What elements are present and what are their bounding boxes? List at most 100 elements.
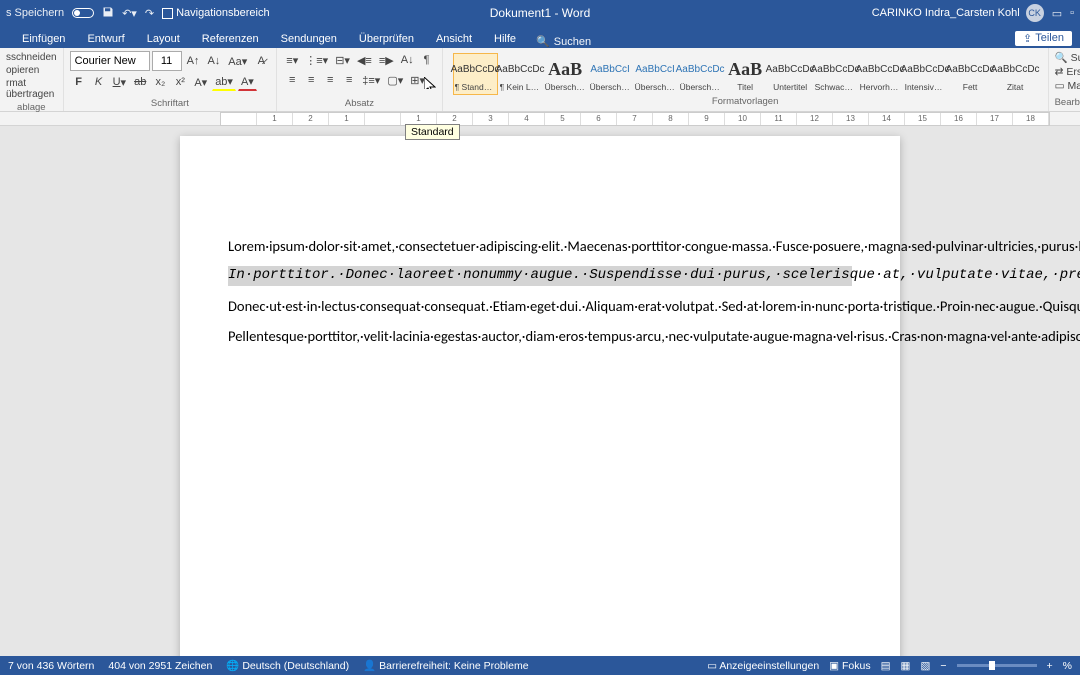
clipboard-group: sschneiden opieren rmat übertragen ablag… [0,48,64,111]
format-painter-button[interactable]: rmat übertragen [6,77,57,101]
navpane-checkbox[interactable]: Navigationsbereich [162,7,270,19]
style-item-5[interactable]: AaBbCcDcÜberschrif... [678,53,723,95]
tab-hilfe[interactable]: Hilfe [484,30,526,48]
style-name: Schwache... [815,82,856,92]
document-area[interactable]: Lorem·ipsum·dolor·sit·amet,·consectetuer… [0,126,1080,660]
font-name-input[interactable] [70,51,150,71]
window-controls-icon[interactable]: ▫ [1070,7,1074,19]
user-account[interactable]: CARINKO Indra_Carsten Kohl CK [872,4,1044,22]
style-item-0[interactable]: AaBbCcDc¶ Standard [453,53,498,95]
find-button[interactable]: 🔍Suchen▾ [1055,50,1080,65]
search-icon: 🔍 [1055,51,1068,64]
style-item-10[interactable]: AaBbCcDcIntensive... [903,53,948,95]
align-center-button[interactable]: ≡ [302,71,320,89]
horizontal-ruler[interactable]: 121123456789101112131415161718 [220,112,1050,126]
copy-button[interactable]: opieren [6,64,57,77]
tab-ueberpruefen[interactable]: Überprüfen [349,30,424,48]
tell-me-search[interactable]: 🔍 Suchen [528,35,599,48]
zoom-in-button[interactable]: + [1047,660,1053,672]
subscript-button[interactable]: x₂ [151,73,169,91]
style-name: Untertitel [770,82,811,92]
highlight-button[interactable]: ab▾ [212,73,236,91]
print-layout-icon[interactable]: ▦ [901,660,911,672]
paragraph-1[interactable]: Lorem·ipsum·dolor·sit·amet,·consectetuer… [228,236,852,256]
page[interactable]: Lorem·ipsum·dolor·sit·amet,·consectetuer… [180,136,900,660]
align-left-button[interactable]: ≡ [283,71,301,89]
tab-ansicht[interactable]: Ansicht [426,30,482,48]
superscript-button[interactable]: x² [171,73,189,91]
zoom-level[interactable]: % [1063,660,1072,672]
style-item-6[interactable]: AaBTitel [723,53,768,95]
justify-button[interactable]: ≡ [340,71,358,89]
redo-icon[interactable]: ↷ [145,7,154,20]
tab-entwurf[interactable]: Entwurf [77,30,134,48]
ribbon-options-icon[interactable]: ▭ [1052,7,1062,20]
font-color-button[interactable]: A▾ [238,73,257,91]
word-count[interactable]: 7 von 436 Wörtern [8,660,94,672]
replace-icon: ⇄ [1055,66,1064,78]
paragraph-3[interactable]: Donec·ut·est·in·lectus·consequat·consequ… [228,296,852,316]
display-settings-button[interactable]: ▭ Anzeigeeinstellungen [707,660,819,672]
style-item-11[interactable]: AaBbCcDcFett [948,53,993,95]
bold-button[interactable]: F [70,73,88,91]
style-item-9[interactable]: AaBbCcDcHervorhe... [858,53,903,95]
style-item-8[interactable]: AaBbCcDcSchwache... [813,53,858,95]
zoom-slider[interactable] [957,664,1037,667]
style-item-12[interactable]: AaBbCcDcZitat [993,53,1038,95]
shrink-font-icon[interactable]: A↓ [204,52,223,70]
style-item-4[interactable]: AaBbCcIÜberschrif... [633,53,678,95]
decrease-indent-button[interactable]: ◀≡ [354,51,375,69]
clear-format-icon[interactable]: A̷ [252,52,270,70]
pilcrow-button[interactable]: ¶ [418,51,436,69]
change-case-icon[interactable]: Aa▾ [225,52,250,70]
char-count[interactable]: 404 von 2951 Zeichen [108,660,212,672]
grow-font-icon[interactable]: A↑ [184,52,203,70]
strike-button[interactable]: ab [131,73,149,91]
tab-einfuegen[interactable]: Einfügen [12,30,75,48]
style-preview: AaBbCcDc [770,56,811,82]
paragraph-2-selected[interactable]: In·porttitor.·Donec·laoreet·nonummy·augu… [228,266,852,286]
status-bar: 7 von 436 Wörtern 404 von 2951 Zeichen 🌐… [0,656,1080,675]
focus-button[interactable]: ▣ Fokus [829,660,870,672]
style-item-7[interactable]: AaBbCcDcUntertitel [768,53,813,95]
autosave-toggle[interactable] [72,8,94,18]
select-button[interactable]: ▭Markieren▾ [1055,79,1080,93]
style-item-2[interactable]: AaBÜberschrif... [543,53,588,95]
read-mode-icon[interactable]: ▤ [881,660,891,672]
replace-button[interactable]: ⇄Ersetzen [1055,65,1080,79]
style-item-3[interactable]: AaBbCcIÜberschrif... [588,53,633,95]
cursor-icon [424,77,436,89]
bullets-button[interactable]: ≡▾ [283,51,301,69]
align-right-button[interactable]: ≡ [321,71,339,89]
tab-sendungen[interactable]: Sendungen [271,30,347,48]
style-tooltip: Standard [405,124,460,140]
save-icon[interactable] [102,6,114,21]
accessibility-button[interactable]: 👤 Barrierefreiheit: Keine Probleme [363,659,528,672]
numbering-button[interactable]: ⋮≡▾ [302,51,331,69]
sort-button[interactable]: A↓ [398,51,417,69]
style-name: Überschrif... [545,82,586,92]
zoom-out-button[interactable]: − [940,660,946,672]
style-item-1[interactable]: AaBbCcDc¶ Kein Lee... [498,53,543,95]
web-layout-icon[interactable]: ▧ [920,660,930,672]
share-button[interactable]: ⇪Teilen [1015,31,1072,46]
underline-button[interactable]: U▾ [110,73,129,91]
line-spacing-button[interactable]: ‡≡▾ [359,71,383,89]
autosave-label: s Speichern [6,7,64,19]
italic-button[interactable]: K [90,73,108,91]
undo-icon[interactable]: ↶▾ [122,7,137,20]
tab-referenzen[interactable]: Referenzen [192,30,269,48]
language-button[interactable]: 🌐 Deutsch (Deutschland) [226,659,349,672]
font-size-input[interactable] [152,51,182,71]
text-effects-icon[interactable]: A▾ [191,73,210,91]
tab-layout[interactable]: Layout [137,30,190,48]
increase-indent-button[interactable]: ≡▶ [376,51,397,69]
multilevel-button[interactable]: ⊟▾ [332,51,353,69]
font-group: A↑ A↓ Aa▾ A̷ F K U▾ ab x₂ x² A▾ ab▾ A▾ S… [64,48,278,111]
editing-label: Bearbeiten [1055,96,1080,109]
style-preview: AaBbCcDc [500,56,541,82]
shading-button[interactable]: ▢▾ [384,71,406,89]
cut-button[interactable]: sschneiden [6,51,57,64]
ribbon-tabs: Einfügen Entwurf Layout Referenzen Sendu… [0,26,1080,48]
paragraph-4[interactable]: Pellentesque·porttitor,·velit·lacinia·eg… [228,326,852,346]
